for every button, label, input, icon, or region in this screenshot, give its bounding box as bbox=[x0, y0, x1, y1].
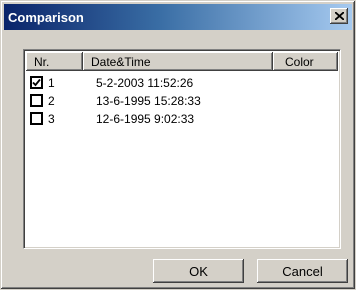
list-rows: 1 5-2-2003 11:52:26 2 13-6-1995 15:28:33… bbox=[30, 74, 330, 128]
list-item[interactable]: 1 5-2-2003 11:52:26 bbox=[30, 74, 330, 92]
column-header-nr[interactable]: Nr. bbox=[26, 52, 83, 71]
comparison-dialog: Comparison Nr. Date&Time Color 1 5-2-200… bbox=[0, 0, 356, 290]
list-header: Nr. Date&Time Color bbox=[26, 52, 338, 71]
row-number: 3 bbox=[48, 112, 55, 126]
comparison-list[interactable]: Nr. Date&Time Color 1 5-2-2003 11:52:26 … bbox=[23, 49, 341, 249]
row-datetime: 12-6-1995 9:02:33 bbox=[96, 112, 195, 126]
ok-button[interactable]: OK bbox=[153, 259, 244, 283]
row-checkbox[interactable] bbox=[30, 76, 43, 89]
close-icon bbox=[334, 12, 344, 20]
close-button[interactable] bbox=[330, 8, 348, 24]
row-number: 1 bbox=[48, 76, 55, 90]
column-header-datetime[interactable]: Date&Time bbox=[83, 52, 273, 71]
title-bar[interactable]: Comparison bbox=[4, 4, 352, 30]
cancel-button[interactable]: Cancel bbox=[257, 259, 348, 283]
list-item[interactable]: 2 13-6-1995 15:28:33 bbox=[30, 92, 330, 110]
checkmark-icon bbox=[32, 78, 41, 87]
row-checkbox[interactable] bbox=[30, 94, 43, 107]
row-datetime: 13-6-1995 15:28:33 bbox=[96, 94, 201, 108]
column-header-color[interactable]: Color bbox=[273, 52, 338, 71]
window-title: Comparison bbox=[8, 10, 84, 25]
row-checkbox[interactable] bbox=[30, 112, 43, 125]
list-item[interactable]: 3 12-6-1995 9:02:33 bbox=[30, 110, 330, 128]
row-number: 2 bbox=[48, 94, 55, 108]
row-datetime: 5-2-2003 11:52:26 bbox=[96, 76, 194, 90]
